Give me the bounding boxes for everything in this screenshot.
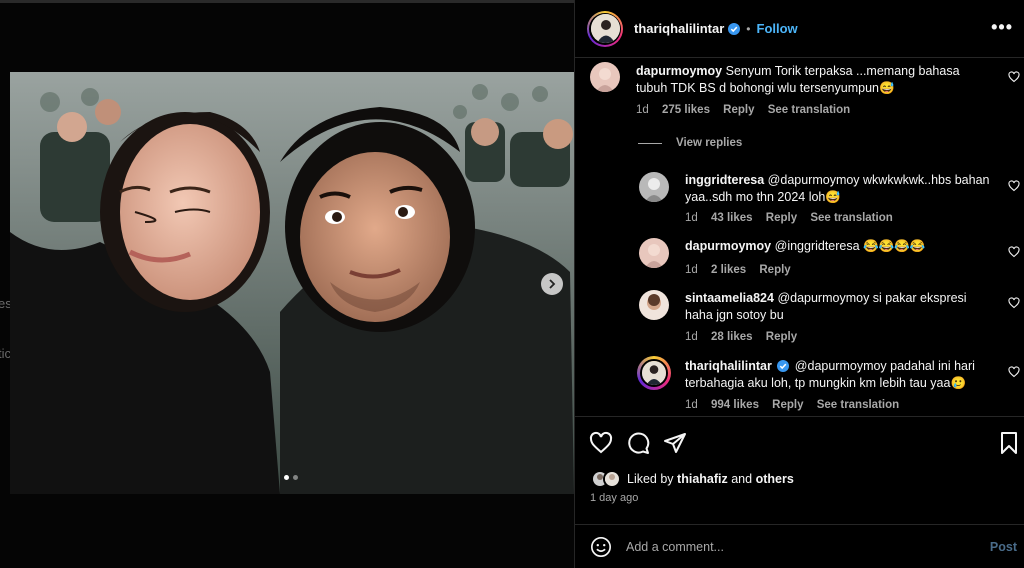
reply-text: @inggridteresa 😂😂😂😂 bbox=[774, 239, 926, 253]
liker-username[interactable]: thiahafiz bbox=[677, 472, 728, 486]
verified-badge-icon bbox=[728, 22, 741, 35]
comment-meta: 1d 275 likes Reply See translation bbox=[636, 104, 860, 116]
comment-likes[interactable]: 275 likes bbox=[662, 104, 710, 116]
verified-badge-icon bbox=[777, 360, 790, 372]
backdrop-strip bbox=[0, 0, 574, 3]
avatar[interactable] bbox=[639, 238, 669, 268]
carousel-indicator bbox=[284, 475, 298, 480]
likes-conj: and bbox=[731, 472, 753, 486]
comment-bubble-icon[interactable] bbox=[626, 431, 650, 455]
reply-likes[interactable]: 994 likes bbox=[711, 399, 759, 411]
reply-likes[interactable]: 2 likes bbox=[711, 264, 746, 276]
header-separator: • bbox=[746, 21, 751, 36]
carousel-dot bbox=[293, 475, 298, 480]
heart-icon[interactable] bbox=[1008, 180, 1020, 192]
view-replies-label: View replies bbox=[676, 137, 743, 149]
author-username[interactable]: thariqhalilintar bbox=[634, 21, 724, 36]
reply-username[interactable]: thariqhalilintar bbox=[685, 359, 772, 373]
see-translation-button[interactable]: See translation bbox=[768, 104, 850, 116]
heart-icon[interactable] bbox=[1008, 297, 1020, 309]
chevron-right-icon bbox=[549, 279, 556, 289]
heart-icon[interactable] bbox=[1008, 71, 1020, 83]
reply-button[interactable]: Reply bbox=[766, 212, 797, 224]
reply-button[interactable]: Reply bbox=[723, 104, 754, 116]
avatar[interactable] bbox=[639, 172, 669, 202]
bookmark-icon[interactable] bbox=[997, 431, 1021, 455]
liker-avatar bbox=[603, 470, 621, 488]
reply-username[interactable]: inggridteresa bbox=[685, 173, 764, 187]
follow-button[interactable]: Follow bbox=[757, 21, 798, 36]
post-media[interactable] bbox=[10, 72, 574, 494]
heart-icon[interactable] bbox=[1008, 366, 1020, 378]
reply-button[interactable]: Reply bbox=[772, 399, 803, 411]
avatar[interactable] bbox=[639, 290, 669, 320]
add-comment-bar: Post bbox=[575, 524, 1024, 568]
carousel-dot-active bbox=[284, 475, 289, 480]
backdrop-hint-top: l bbox=[0, 22, 1, 37]
share-paper-plane-icon[interactable] bbox=[663, 431, 687, 455]
post-detail-panel: thariqhalilintar • Follow ••• dapurmoymo… bbox=[574, 0, 1024, 568]
carousel-next-button[interactable] bbox=[541, 273, 563, 295]
comment-input[interactable] bbox=[626, 540, 956, 554]
reply-button[interactable]: Reply bbox=[766, 331, 797, 343]
heart-icon[interactable] bbox=[1008, 246, 1020, 258]
reply-username[interactable]: dapurmoymoy bbox=[685, 239, 771, 253]
likes-others[interactable]: others bbox=[756, 472, 794, 486]
author-avatar[interactable] bbox=[587, 10, 623, 47]
post-header: thariqhalilintar • Follow ••• bbox=[575, 0, 1024, 58]
more-options-icon[interactable]: ••• bbox=[991, 18, 1013, 36]
reply-time: 1d bbox=[685, 212, 698, 224]
comment-time: 1d bbox=[636, 104, 649, 116]
see-translation-button[interactable]: See translation bbox=[817, 399, 899, 411]
post-comment-button[interactable]: Post bbox=[990, 540, 1017, 554]
emoji-icon[interactable] bbox=[590, 536, 612, 558]
post-actions: Liked by thiahafiz and others 1 day ago … bbox=[575, 416, 1024, 568]
reply-button[interactable]: Reply bbox=[759, 264, 790, 276]
view-replies-line bbox=[638, 142, 662, 144]
author-avatar-image bbox=[590, 14, 620, 43]
reply-time: 1d bbox=[685, 399, 698, 411]
likes-summary[interactable]: Liked by thiahafiz and others bbox=[591, 470, 794, 488]
reply-likes[interactable]: 28 likes bbox=[711, 331, 753, 343]
reply-meta: 1d 43 likes Reply See translation bbox=[685, 212, 903, 224]
reply-meta: 1d 994 likes Reply See translation bbox=[685, 399, 909, 411]
likes-prefix: Liked by bbox=[627, 472, 674, 486]
see-translation-button[interactable]: See translation bbox=[810, 212, 892, 224]
likes-text: Liked by thiahafiz and others bbox=[627, 472, 794, 486]
reply-time: 1d bbox=[685, 264, 698, 276]
view-replies-button[interactable]: View replies bbox=[638, 137, 742, 149]
post-photo bbox=[10, 72, 574, 494]
comment-username[interactable]: dapurmoymoy bbox=[636, 64, 722, 78]
post-time-ago[interactable]: 1 day ago bbox=[590, 492, 638, 504]
reply-likes[interactable]: 43 likes bbox=[711, 212, 753, 224]
avatar[interactable] bbox=[637, 356, 671, 390]
avatar[interactable] bbox=[590, 62, 620, 92]
reply-meta: 1d 28 likes Reply bbox=[685, 331, 807, 343]
like-heart-icon[interactable] bbox=[589, 431, 613, 455]
page-backdrop[interactable]: l es tic bbox=[0, 0, 574, 568]
reply-meta: 1d 2 likes Reply bbox=[685, 264, 801, 276]
reply-username[interactable]: sintaamelia824 bbox=[685, 291, 774, 305]
reply-time: 1d bbox=[685, 331, 698, 343]
comments-list[interactable]: dapurmoymoy Senyum Torik terpaksa ...mem… bbox=[575, 58, 1024, 416]
